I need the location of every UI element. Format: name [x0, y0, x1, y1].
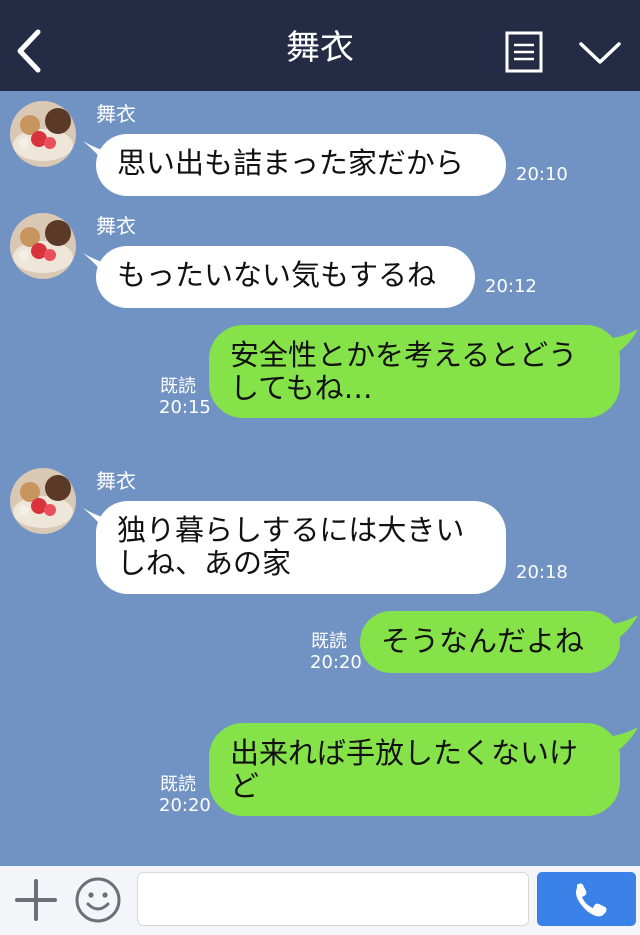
message-time: 20:20: [310, 652, 362, 673]
message-time: 20:18: [516, 562, 568, 583]
read-status: 既読: [160, 376, 196, 397]
smiley-icon[interactable]: [74, 876, 122, 924]
message-time: 20:20: [159, 795, 211, 816]
message-bubble[interactable]: 安全性とかを考えるとどう してもね…: [209, 325, 620, 418]
message-bubble[interactable]: 出来れば手放したくないけ ど: [209, 723, 620, 816]
input-bar: [0, 866, 640, 935]
message-bubble[interactable]: 思い出も詰まった家だから: [96, 134, 506, 196]
notes-icon[interactable]: [505, 31, 543, 73]
call-button[interactable]: [537, 872, 636, 926]
message-input[interactable]: [137, 872, 529, 926]
contact-avatar[interactable]: [10, 468, 76, 534]
chat-title: 舞衣: [286, 28, 354, 68]
sender-name: 舞衣: [96, 469, 136, 493]
bubble-tail: [600, 727, 638, 757]
read-status: 既読: [160, 774, 196, 795]
phone-icon: [575, 883, 607, 917]
message-bubble[interactable]: そうなんだよね: [360, 611, 620, 673]
read-status: 既読: [311, 631, 347, 652]
chevron-down-icon[interactable]: [578, 38, 622, 68]
sender-name: 舞衣: [96, 102, 136, 126]
message-list[interactable]: 舞衣 思い出も詰まった家だから 20:10 舞衣 もったいない気もするね 20:…: [0, 91, 640, 866]
sender-name: 舞衣: [96, 214, 136, 238]
contact-avatar[interactable]: [10, 213, 76, 279]
message-time: 20:10: [516, 164, 568, 185]
contact-avatar[interactable]: [10, 101, 76, 167]
message-time: 20:15: [159, 397, 211, 418]
chat-header: 舞衣: [0, 0, 640, 91]
message-time: 20:12: [485, 276, 537, 297]
message-bubble[interactable]: 独り暮らしするには大きい しね、あの家: [96, 501, 506, 594]
plus-icon[interactable]: [14, 878, 58, 922]
bubble-tail: [600, 615, 638, 645]
message-bubble[interactable]: もったいない気もするね: [96, 246, 475, 308]
bubble-tail: [600, 329, 638, 359]
